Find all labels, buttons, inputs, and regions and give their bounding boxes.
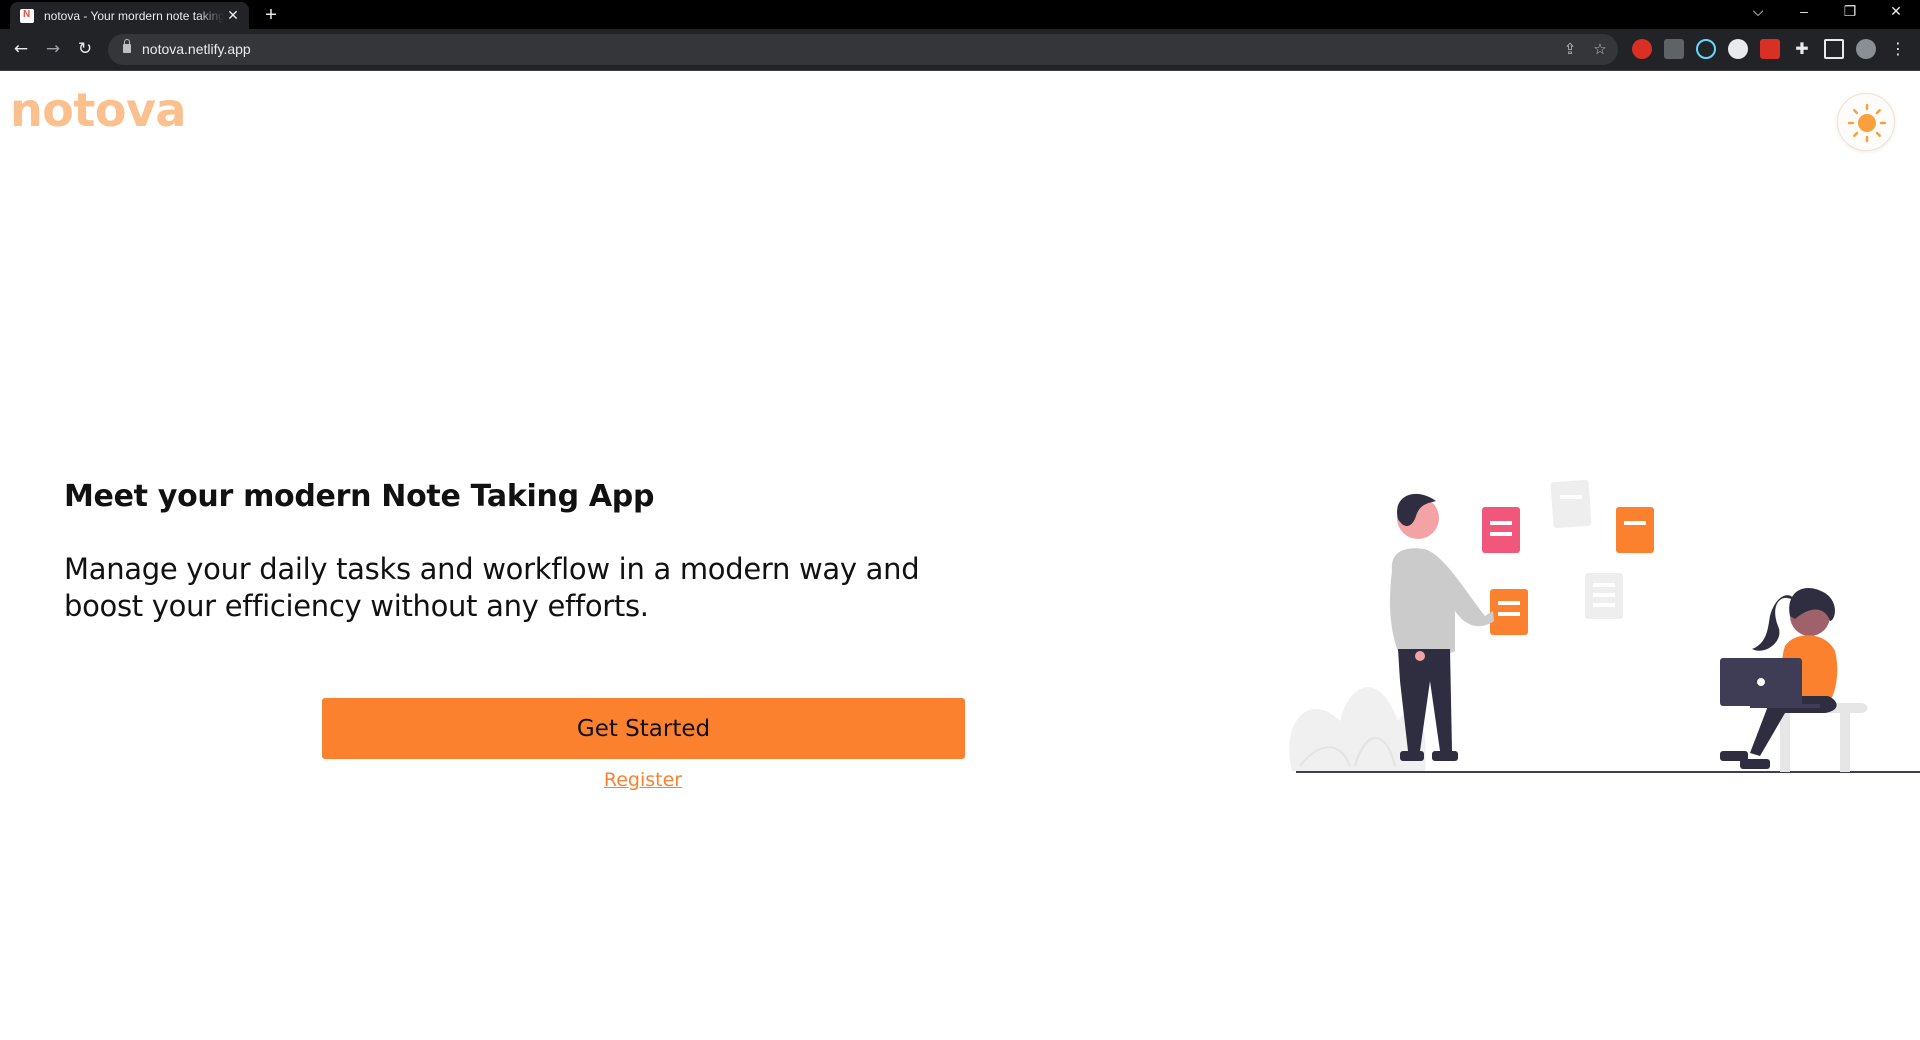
address-bar[interactable]: notova.netlify.app ⇪ ☆ <box>108 34 1618 65</box>
extensions-puzzle-icon[interactable]: ✚ <box>1792 39 1812 59</box>
share-icon[interactable]: ⇪ <box>1560 40 1580 58</box>
sun-icon <box>1847 103 1887 143</box>
hero-headline: Meet your modern Note Taking App <box>64 479 655 514</box>
forward-button[interactable]: → <box>41 37 65 61</box>
browser-toolbar: ← → ↻ notova.netlify.app ⇪ ☆ ✚ ⋮ <box>0 29 1920 71</box>
site-logo[interactable]: notova <box>10 83 186 137</box>
minimize-button[interactable]: – <box>1792 3 1816 19</box>
tab-close-button[interactable]: ✕ <box>225 7 241 24</box>
menu-kebab-icon[interactable]: ⋮ <box>1888 39 1908 59</box>
url-text: notova.netlify.app <box>142 41 251 57</box>
reload-button[interactable]: ↻ <box>73 37 97 61</box>
lock-icon <box>123 39 131 53</box>
floating-notes <box>1482 479 1654 635</box>
get-started-button[interactable]: Get Started <box>322 698 965 759</box>
page: notova Meet your modern Note Taking App … <box>0 71 1920 1040</box>
side-panel-icon[interactable] <box>1824 39 1844 59</box>
standing-person-illustration <box>1390 493 1494 761</box>
extension-icon-circle[interactable] <box>1728 39 1748 59</box>
browser-tab[interactable]: notova - Your mordern note taking app ✕ <box>10 2 249 29</box>
profile-avatar[interactable] <box>1856 39 1876 59</box>
close-window-button[interactable]: ✕ <box>1884 3 1908 20</box>
browser-tab-strip: notova - Your mordern note taking app ✕ … <box>0 0 1920 29</box>
theme-toggle-button[interactable] <box>1837 93 1895 151</box>
bookmark-star-icon[interactable]: ☆ <box>1590 40 1610 58</box>
tab-title: notova - Your mordern note taking app <box>44 8 224 23</box>
react-devtools-icon[interactable] <box>1696 39 1716 59</box>
tab-search-button[interactable]: ⌵ <box>1746 3 1770 20</box>
hero-subtext: Manage your daily tasks and workflow in … <box>64 552 920 623</box>
new-tab-button[interactable]: + <box>261 4 281 27</box>
hero-illustration <box>1289 479 1920 773</box>
extension-icon-arrow[interactable] <box>1760 39 1780 59</box>
sitting-person-illustration <box>1720 587 1868 772</box>
restore-button[interactable]: ❐ <box>1838 3 1862 20</box>
register-link[interactable]: Register <box>543 769 743 791</box>
back-button[interactable]: ← <box>9 37 33 61</box>
extension-icon-red[interactable] <box>1632 39 1652 59</box>
extension-icon-pen[interactable] <box>1664 39 1684 59</box>
favicon-icon <box>20 8 34 23</box>
